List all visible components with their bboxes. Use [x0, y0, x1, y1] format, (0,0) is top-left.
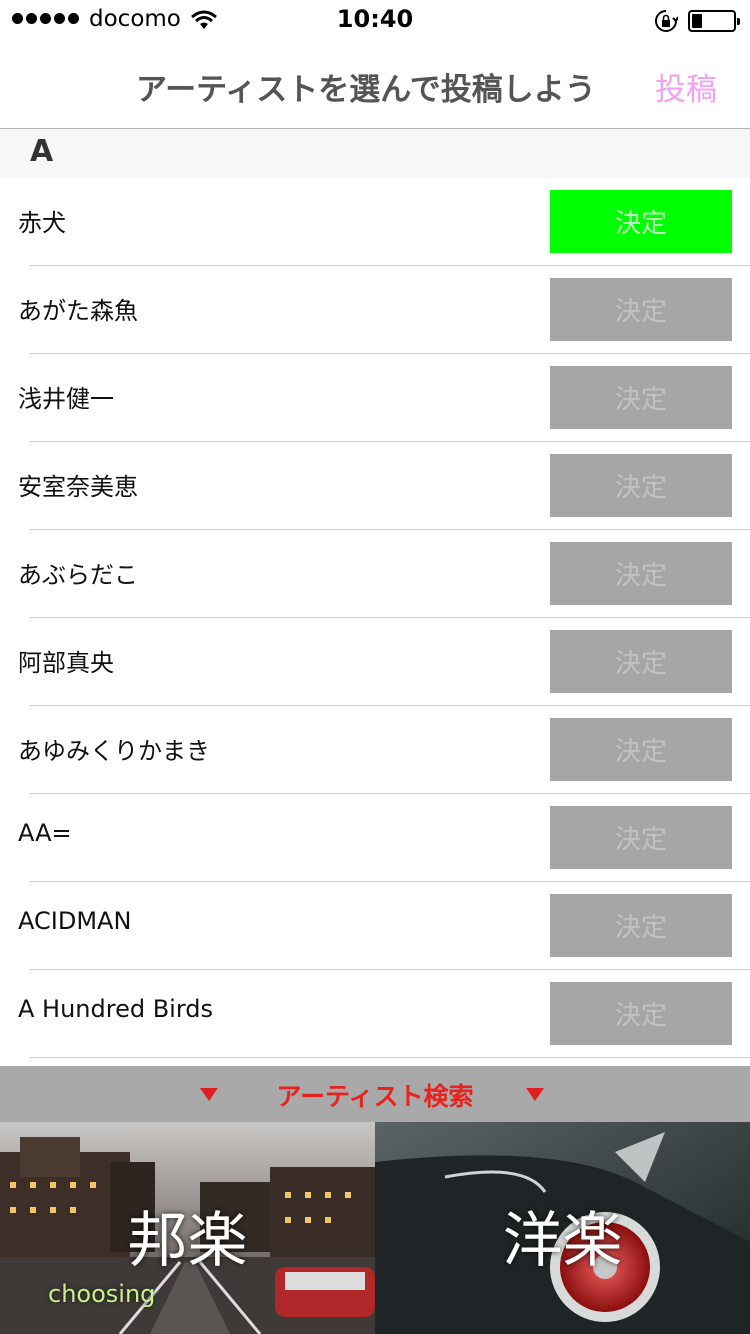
- artist-row[interactable]: 浅井健一 決定: [0, 354, 750, 442]
- decide-button[interactable]: 決定: [550, 894, 732, 957]
- artist-name: ACIDMAN: [18, 907, 132, 935]
- battery-icon: [688, 10, 740, 32]
- section-header: A: [0, 129, 750, 178]
- battery-level: [692, 14, 702, 28]
- decide-button[interactable]: 決定: [550, 542, 732, 605]
- post-button[interactable]: 投稿: [655, 64, 717, 109]
- artist-search-label: アーティスト検索: [276, 1082, 474, 1111]
- artist-name: AA=: [18, 819, 72, 847]
- artist-row[interactable]: ACIDMAN 決定: [0, 882, 750, 970]
- status-time: 10:40: [336, 5, 414, 33]
- decide-button[interactable]: 決定: [550, 454, 732, 517]
- status-bar: docomo 10:40: [0, 0, 750, 40]
- decide-button[interactable]: 決定: [550, 278, 732, 341]
- artist-name: A Hundred Birds: [18, 995, 214, 1023]
- decide-button[interactable]: 決定: [550, 982, 732, 1045]
- genre-label-japanese: 邦楽: [127, 1206, 248, 1276]
- artist-name: 浅井健一: [18, 385, 114, 413]
- artist-row[interactable]: 赤犬 決定: [0, 178, 750, 266]
- artist-search-bar[interactable]: アーティスト検索: [0, 1066, 750, 1122]
- artist-row[interactable]: A Hundred Birds 決定: [0, 970, 750, 1058]
- artist-name: あゆみくりかまき: [18, 737, 210, 765]
- navigation-bar: アーティストを選んで投稿しよう 投稿: [0, 40, 750, 129]
- genre-tile-western[interactable]: 洋楽: [375, 1122, 750, 1334]
- artist-row[interactable]: あゆみくりかまき 決定: [0, 706, 750, 794]
- artist-name: 赤犬: [18, 209, 66, 237]
- artist-row[interactable]: 阿部真央 決定: [0, 618, 750, 706]
- genre-tile-japanese[interactable]: 邦楽 choosing: [0, 1122, 375, 1334]
- artist-name: あがた森魚: [18, 297, 138, 325]
- artist-list: 赤犬 決定 あがた森魚 決定 浅井健一 決定 安室奈美恵 決定 あぶらだこ 決定 阿部真央 決定 あゆみ…: [0, 178, 750, 1058]
- decide-button[interactable]: 決定: [550, 630, 732, 693]
- genre-label-western: 洋楽: [502, 1206, 623, 1276]
- artist-row[interactable]: あぶらだこ 決定: [0, 530, 750, 618]
- page-title: アーティストを選んで投稿しよう: [136, 72, 596, 108]
- artist-row[interactable]: あがた森魚 決定: [0, 266, 750, 354]
- artist-row[interactable]: AA= 決定: [0, 794, 750, 882]
- artist-name: あぶらだこ: [18, 561, 138, 589]
- decide-button[interactable]: 決定: [550, 366, 732, 429]
- artist-name: 阿部真央: [18, 649, 114, 677]
- rotation-lock-icon: [655, 10, 678, 32]
- decide-button[interactable]: 決定: [550, 806, 732, 869]
- triangle-down-icon: [526, 1088, 544, 1101]
- decide-button[interactable]: 決定: [550, 190, 732, 253]
- artist-name: 安室奈美恵: [18, 473, 138, 501]
- decide-button[interactable]: 決定: [550, 718, 732, 781]
- artist-row[interactable]: 安室奈美恵 決定: [0, 442, 750, 530]
- choosing-indicator: choosing: [48, 1280, 156, 1308]
- section-letter: A: [30, 134, 54, 169]
